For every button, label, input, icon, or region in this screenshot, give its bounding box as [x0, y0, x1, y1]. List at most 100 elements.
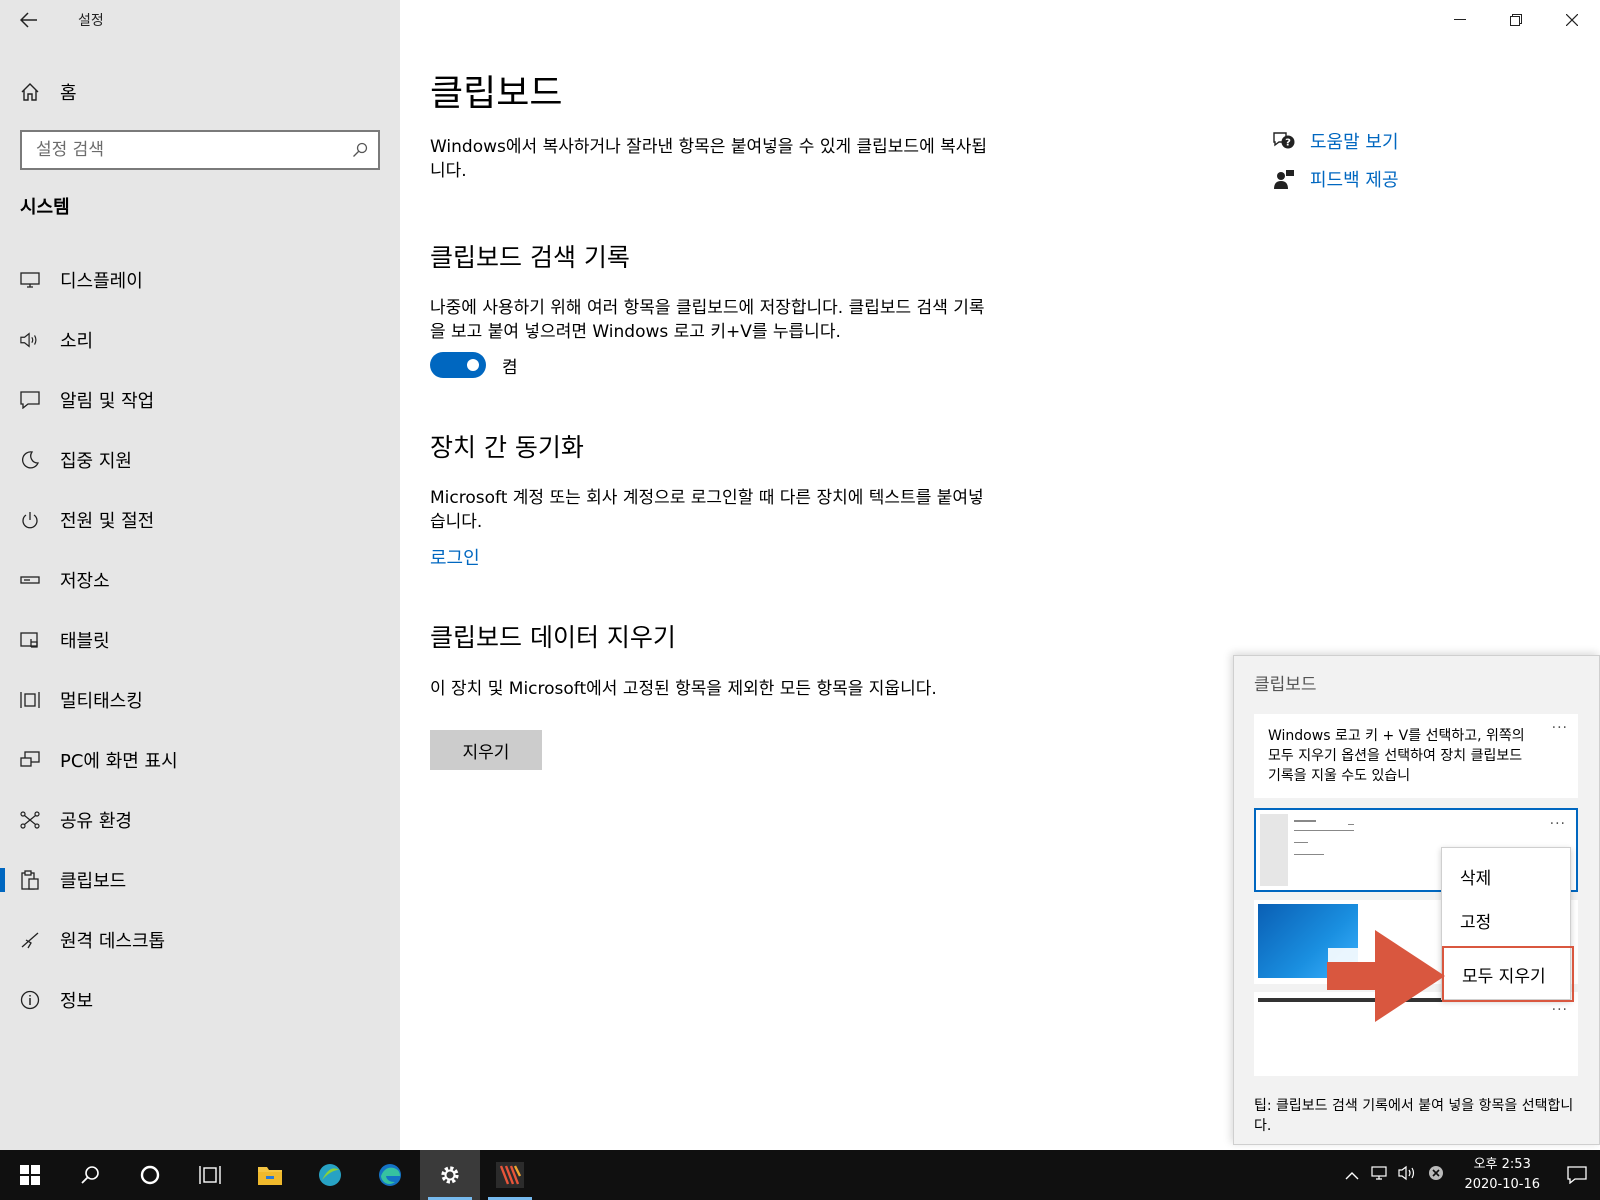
sidebar-item-label: 원격 데스크톱: [60, 931, 166, 952]
edge-button[interactable]: [360, 1150, 420, 1200]
more-options-icon[interactable]: ···: [1552, 1002, 1568, 1018]
flyout-title: 클립보드: [1254, 675, 1317, 695]
sidebar-item-label: 홈: [60, 83, 77, 104]
feedback-icon: [1270, 168, 1298, 190]
clear-button[interactable]: 지우기: [430, 730, 542, 770]
sidebar-item-tablet[interactable]: 태블릿: [0, 610, 400, 670]
info-icon: [20, 990, 40, 1010]
history-toggle-row: 켬: [430, 352, 518, 378]
network-icon[interactable]: [1366, 1165, 1394, 1185]
show-hidden-icons-chevron-icon[interactable]: [1338, 1166, 1366, 1185]
disconnected-x-icon[interactable]: [1422, 1165, 1450, 1185]
sidebar-item-display[interactable]: 디스플레이: [0, 250, 400, 310]
home-icon: [21, 83, 39, 101]
cortana-button[interactable]: [120, 1150, 180, 1200]
settings-taskbar-button[interactable]: [420, 1150, 480, 1200]
help-link[interactable]: 도움말 보기: [1310, 128, 1399, 154]
sidebar-item-about[interactable]: 정보: [0, 970, 400, 1030]
sidebar-item-label: 태블릿: [60, 631, 110, 652]
close-button[interactable]: [1544, 0, 1600, 40]
notification-icon: [20, 390, 40, 410]
app-swirl-icon: [319, 1164, 341, 1186]
sidebar-item-storage[interactable]: 저장소: [0, 550, 400, 610]
more-options-icon[interactable]: ···: [1552, 720, 1568, 736]
menu-item-delete[interactable]: 삭제: [1442, 854, 1570, 898]
menu-item-pin[interactable]: 고정: [1442, 898, 1570, 942]
sidebar-item-focus-assist[interactable]: 집중 지원: [0, 430, 400, 490]
file-explorer-button[interactable]: [240, 1150, 300, 1200]
taskbar: 오후 2:53 2020-10-16: [0, 1150, 1600, 1200]
search-icon: [81, 1166, 99, 1184]
close-icon: [1566, 14, 1578, 26]
sidebar-item-label: 정보: [60, 991, 94, 1012]
media-app-button[interactable]: [480, 1150, 540, 1200]
title-bar: 설정: [0, 0, 400, 40]
display-icon: [20, 270, 40, 290]
remote-icon: [20, 930, 40, 950]
speaker-icon: [20, 330, 40, 350]
tablet-icon: [20, 630, 40, 650]
sidebar-item-project[interactable]: PC에 화면 표시: [0, 730, 400, 790]
settings-sidebar: 설정 홈 시스템 디스플레이 소리 알림 및 작업 집중 지원 전원 및 절전: [0, 0, 400, 1150]
power-icon: [20, 510, 40, 530]
clock-date: 2020-10-16: [1464, 1177, 1540, 1192]
search-input[interactable]: [36, 140, 352, 160]
clipboard-item-text-content: Windows 로고 키 + V를 선택하고, 위쪽의 모두 지우기 옵션을 선…: [1268, 728, 1525, 784]
intro-text: Windows에서 복사하거나 잘라낸 항목은 붙여넣을 수 있게 클립보드에 …: [430, 137, 988, 181]
volume-icon[interactable]: [1394, 1165, 1422, 1185]
media-app-icon: [496, 1162, 524, 1188]
sidebar-item-label: 소리: [60, 331, 94, 352]
clipboard-icon: [20, 870, 40, 890]
related-links: ? 도움말 보기 피드백 제공: [1270, 122, 1399, 198]
cortana-circle-icon: [140, 1165, 160, 1185]
feedback-link[interactable]: 피드백 제공: [1310, 166, 1399, 192]
action-center-icon: [1567, 1166, 1587, 1184]
more-options-icon[interactable]: ···: [1550, 816, 1566, 832]
history-toggle[interactable]: [430, 352, 486, 378]
callout-arrow-icon: [1327, 930, 1445, 1022]
windows-logo-icon: [20, 1165, 40, 1185]
storage-icon: [20, 570, 40, 590]
sign-in-link[interactable]: 로그인: [430, 544, 480, 570]
system-tray: 오후 2:53 2020-10-16: [1338, 1150, 1600, 1200]
toggle-state-label: 켬: [502, 357, 518, 378]
settings-search-box[interactable]: [20, 130, 380, 170]
sidebar-item-remote-desktop[interactable]: 원격 데스크톱: [0, 910, 400, 970]
sidebar-item-label: 클립보드: [60, 871, 127, 892]
sidebar-item-label: 저장소: [60, 571, 110, 592]
clipboard-item-context-menu: 삭제 고정 모두 지우기: [1441, 847, 1574, 1002]
sidebar-item-notifications[interactable]: 알림 및 작업: [0, 370, 400, 430]
feedback-link-row[interactable]: 피드백 제공: [1270, 160, 1399, 198]
action-center-button[interactable]: [1554, 1150, 1600, 1200]
menu-item-clear-all[interactable]: 모두 지우기: [1442, 946, 1574, 1002]
start-button[interactable]: [0, 1150, 60, 1200]
history-description: 나중에 사용하기 위해 여러 항목을 클립보드에 저장합니다. 클립보드 검색 …: [430, 298, 985, 342]
sidebar-item-power[interactable]: 전원 및 절전: [0, 490, 400, 550]
taskbar-search-button[interactable]: [60, 1150, 120, 1200]
project-icon: [20, 750, 40, 770]
sidebar-section-title: 시스템: [20, 197, 70, 218]
sidebar-item-sound[interactable]: 소리: [0, 310, 400, 370]
task-view-icon: [199, 1166, 221, 1184]
app-button[interactable]: [300, 1150, 360, 1200]
minimize-button[interactable]: [1432, 0, 1488, 40]
window-controls: [1432, 0, 1600, 40]
multitask-icon: [20, 690, 40, 710]
sidebar-item-multitasking[interactable]: 멀티태스킹: [0, 670, 400, 730]
task-view-button[interactable]: [180, 1150, 240, 1200]
sidebar-item-label: 전원 및 절전: [60, 511, 155, 532]
back-button[interactable]: [0, 0, 58, 40]
sidebar-item-label: PC에 화면 표시: [60, 751, 178, 772]
sidebar-item-clipboard[interactable]: 클립보드: [0, 850, 400, 910]
sidebar-item-home[interactable]: 홈: [0, 72, 400, 112]
sidebar-item-shared-experiences[interactable]: 공유 환경: [0, 790, 400, 850]
sidebar-item-label: 멀티태스킹: [60, 691, 143, 712]
help-link-row[interactable]: ? 도움말 보기: [1270, 122, 1399, 160]
taskbar-clock[interactable]: 오후 2:53 2020-10-16: [1464, 1155, 1540, 1195]
share-icon: [20, 810, 40, 830]
restore-button[interactable]: [1488, 0, 1544, 40]
clock-time: 오후 2:53: [1473, 1157, 1531, 1172]
search-icon[interactable]: [352, 142, 368, 158]
flyout-tip: 팁: 클립보드 검색 기록에서 붙여 넣을 항목을 선택합니다.: [1254, 1098, 1574, 1134]
clipboard-item-text[interactable]: Windows 로고 키 + V를 선택하고, 위쪽의 모두 지우기 옵션을 선…: [1254, 714, 1578, 798]
